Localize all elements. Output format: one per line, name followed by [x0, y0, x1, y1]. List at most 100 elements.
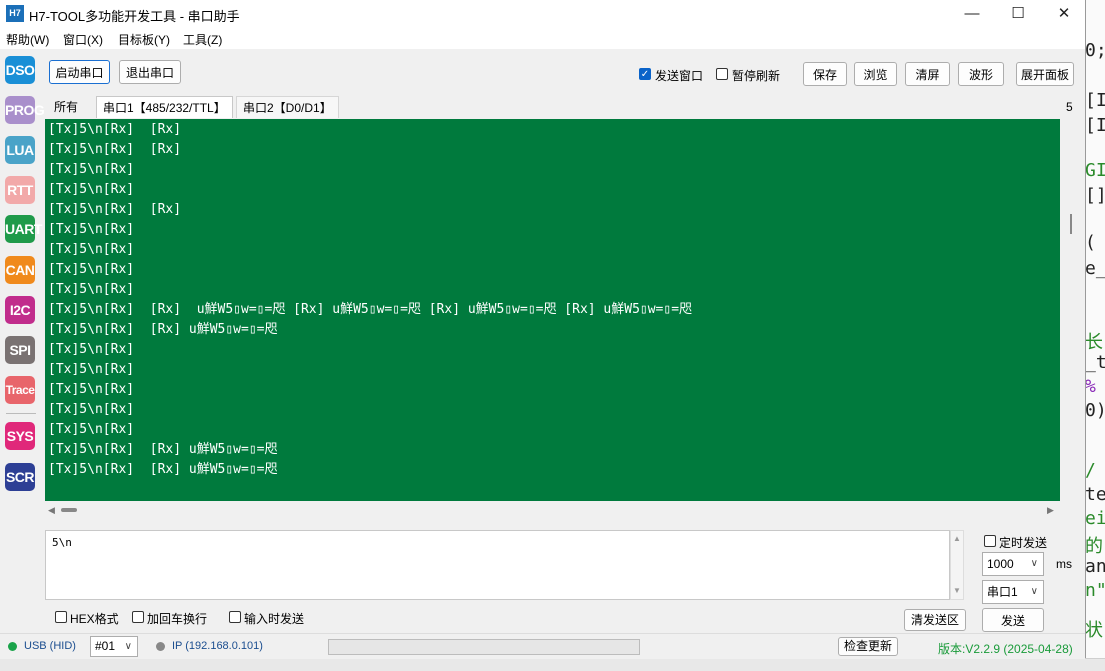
sidebar-button-dso[interactable]: DSO — [5, 56, 35, 84]
status-bar: USB (HID) #01 ∨ IP (192.168.0.101) 检查更新 … — [0, 633, 1085, 659]
expand-panel-button[interactable]: 展开面板 — [1016, 62, 1074, 86]
log-hscroll-thumb[interactable] — [61, 508, 77, 512]
background-editor-text: 状 — [1085, 620, 1103, 641]
sidebar-button-uart[interactable]: UART — [5, 215, 42, 243]
window-title: H7-TOOL多功能开发工具 - 串口助手 — [29, 9, 240, 24]
sidebar-button-prog[interactable]: PROG — [5, 96, 45, 124]
close-icon[interactable]: ✕ — [1041, 0, 1087, 28]
sidebar-button-lua[interactable]: LUA — [5, 136, 35, 164]
background-editor-text: [In — [1085, 90, 1105, 111]
log-line: [Tx]5\n[Rx] — [48, 282, 135, 297]
log-line: [Tx]5\n[Rx] — [48, 402, 135, 417]
log-line: [Tx]5\n[Rx] [Rx] u鮮W5▯w=▯=咫 — [48, 322, 278, 337]
log-line: [Tx]5\n[Rx] [Rx] — [48, 122, 182, 137]
log-line: [Tx]5\n[Rx] [Rx] — [48, 202, 182, 217]
send-input[interactable] — [45, 530, 950, 600]
background-editor-text: n" — [1085, 580, 1105, 601]
clear-send-button[interactable]: 清发送区 — [904, 609, 966, 631]
send-window-label: 发送窗口 — [655, 69, 704, 83]
log-line: [Tx]5\n[Rx] — [48, 382, 135, 397]
chevron-down-icon: ∨ — [124, 641, 132, 652]
interval-select[interactable]: 1000 ∨ — [982, 552, 1044, 576]
background-editor-text: an — [1085, 556, 1105, 577]
log-line: [Tx]5\n[Rx] [Rx] u鮮W5▯w=▯=咫 — [48, 442, 278, 457]
tab-uart2[interactable]: 串口2【D0/D1】 — [236, 96, 339, 118]
clear-screen-button[interactable]: 清屏 — [905, 62, 950, 86]
sidebar-divider — [6, 413, 36, 414]
tab-uart1[interactable]: 串口1【485/232/TTL】 — [96, 96, 233, 118]
hex-format-checkbox[interactable] — [55, 611, 67, 623]
background-editor-text: 0) — [1085, 400, 1105, 421]
check-update-button[interactable]: 检查更新 — [838, 637, 898, 656]
sidebar-button-rtt[interactable]: RTT — [5, 176, 35, 204]
crlf-checkbox[interactable] — [132, 611, 144, 623]
serial-assistant-window: H7 H7-TOOL多功能开发工具 - 串口助手 — ☐ ✕ 帮助(W) 窗口(… — [0, 0, 1086, 659]
sidebar-button-sys[interactable]: SYS — [5, 422, 35, 450]
scroll-right-icon[interactable]: ▶ — [1047, 505, 1054, 516]
browse-button[interactable]: 浏览 — [854, 62, 897, 86]
crlf-label: 加回车换行 — [147, 612, 208, 626]
log-vertical-scrollbar[interactable] — [1060, 119, 1078, 501]
background-editor-text: 0; — [1085, 40, 1105, 61]
receive-log[interactable]: [Tx]5\n[Rx] [Rx] [Tx]5\n[Rx] [Rx] [Tx]5\n[… — [45, 119, 1060, 501]
hex-format-label: HEX格式 — [70, 612, 119, 626]
log-vscroll-thumb[interactable] — [1070, 214, 1072, 234]
version-label: 版本:V2.2.9 (2025-04-28) — [938, 642, 1073, 656]
send-on-input-checkbox[interactable] — [229, 611, 241, 623]
log-line: [Tx]5\n[Rx] — [48, 342, 135, 357]
menu-window[interactable]: 窗口(X) — [63, 31, 103, 48]
close-port-button[interactable]: 退出串口 — [119, 60, 181, 84]
log-line: [Tx]5\n[Rx] — [48, 162, 135, 177]
title-bar: H7 H7-TOOL多功能开发工具 - 串口助手 — ☐ ✕ — [0, 0, 1085, 28]
port-value: 串口1 — [987, 585, 1018, 599]
timed-send-label: 定时发送 — [999, 536, 1048, 550]
port-select[interactable]: 串口1 ∨ — [982, 580, 1044, 604]
log-line: [Tx]5\n[Rx] [Rx] u鮮W5▯w=▯=咫 [Rx] u鮮W5▯w=… — [48, 302, 693, 317]
log-line: [Tx]5\n[Rx] — [48, 422, 135, 437]
device-number: #01 — [95, 639, 116, 653]
sidebar-button-scr[interactable]: SCR — [5, 463, 35, 491]
pause-refresh-checkbox[interactable] — [716, 68, 728, 80]
log-line: [Tx]5\n[Rx] — [48, 182, 135, 197]
background-editor-text: e_ — [1085, 258, 1105, 279]
menu-target-board[interactable]: 目标板(Y) — [118, 31, 170, 48]
background-editor-text: [] — [1085, 185, 1105, 206]
pause-refresh-label: 暂停刷新 — [732, 69, 781, 83]
send-input-text: 5\n — [52, 536, 72, 549]
log-line: [Tx]5\n[Rx] [Rx] — [48, 142, 182, 157]
ip-status: IP (192.168.0.101) — [172, 640, 263, 652]
log-horizontal-scrollbar[interactable]: ◀ ▶ — [45, 501, 1060, 519]
sidebar-button-trace[interactable]: Trace — [5, 376, 35, 404]
save-button[interactable]: 保存 — [803, 62, 847, 86]
background-editor-text: / — [1085, 460, 1096, 481]
maximize-icon[interactable]: ☐ — [995, 0, 1041, 28]
sidebar-button-can[interactable]: CAN — [5, 256, 35, 284]
scroll-left-icon[interactable]: ◀ — [48, 505, 55, 516]
background-editor-text: 的 — [1085, 536, 1103, 557]
interval-value: 1000 — [987, 557, 1014, 571]
menu-tools[interactable]: 工具(Z) — [183, 31, 222, 48]
minimize-icon[interactable]: — — [949, 0, 995, 28]
background-editor-text: _t — [1085, 352, 1105, 373]
device-number-select[interactable]: #01 ∨ — [90, 636, 138, 657]
background-editor-text: ( — [1085, 232, 1096, 253]
sidebar-button-i2c[interactable]: I2C — [5, 296, 35, 324]
background-editor-text: % — [1085, 376, 1096, 397]
send-vertical-scrollbar[interactable]: ▲ ▼ — [950, 530, 964, 600]
sidebar-button-spi[interactable]: SPI — [5, 336, 35, 364]
waveform-button[interactable]: 波形 — [958, 62, 1004, 86]
send-window-checkbox[interactable]: ✓ — [639, 68, 651, 80]
chevron-down-icon: ∨ — [1030, 586, 1038, 597]
usb-status: USB (HID) — [24, 640, 76, 652]
scroll-down-icon[interactable]: ▼ — [953, 586, 961, 595]
log-line: [Tx]5\n[Rx] — [48, 222, 135, 237]
send-button[interactable]: 发送 — [982, 608, 1044, 632]
open-port-button[interactable]: 启动串口 — [49, 60, 110, 84]
tab-all[interactable]: 所有 — [48, 96, 84, 118]
background-editor-text: GI — [1085, 160, 1105, 181]
menu-help[interactable]: 帮助(W) — [6, 31, 49, 48]
background-taskbar-strip — [0, 658, 1105, 671]
background-editor-text: 长- — [1085, 332, 1105, 353]
timed-send-checkbox[interactable] — [984, 535, 996, 547]
scroll-up-icon[interactable]: ▲ — [953, 534, 961, 543]
